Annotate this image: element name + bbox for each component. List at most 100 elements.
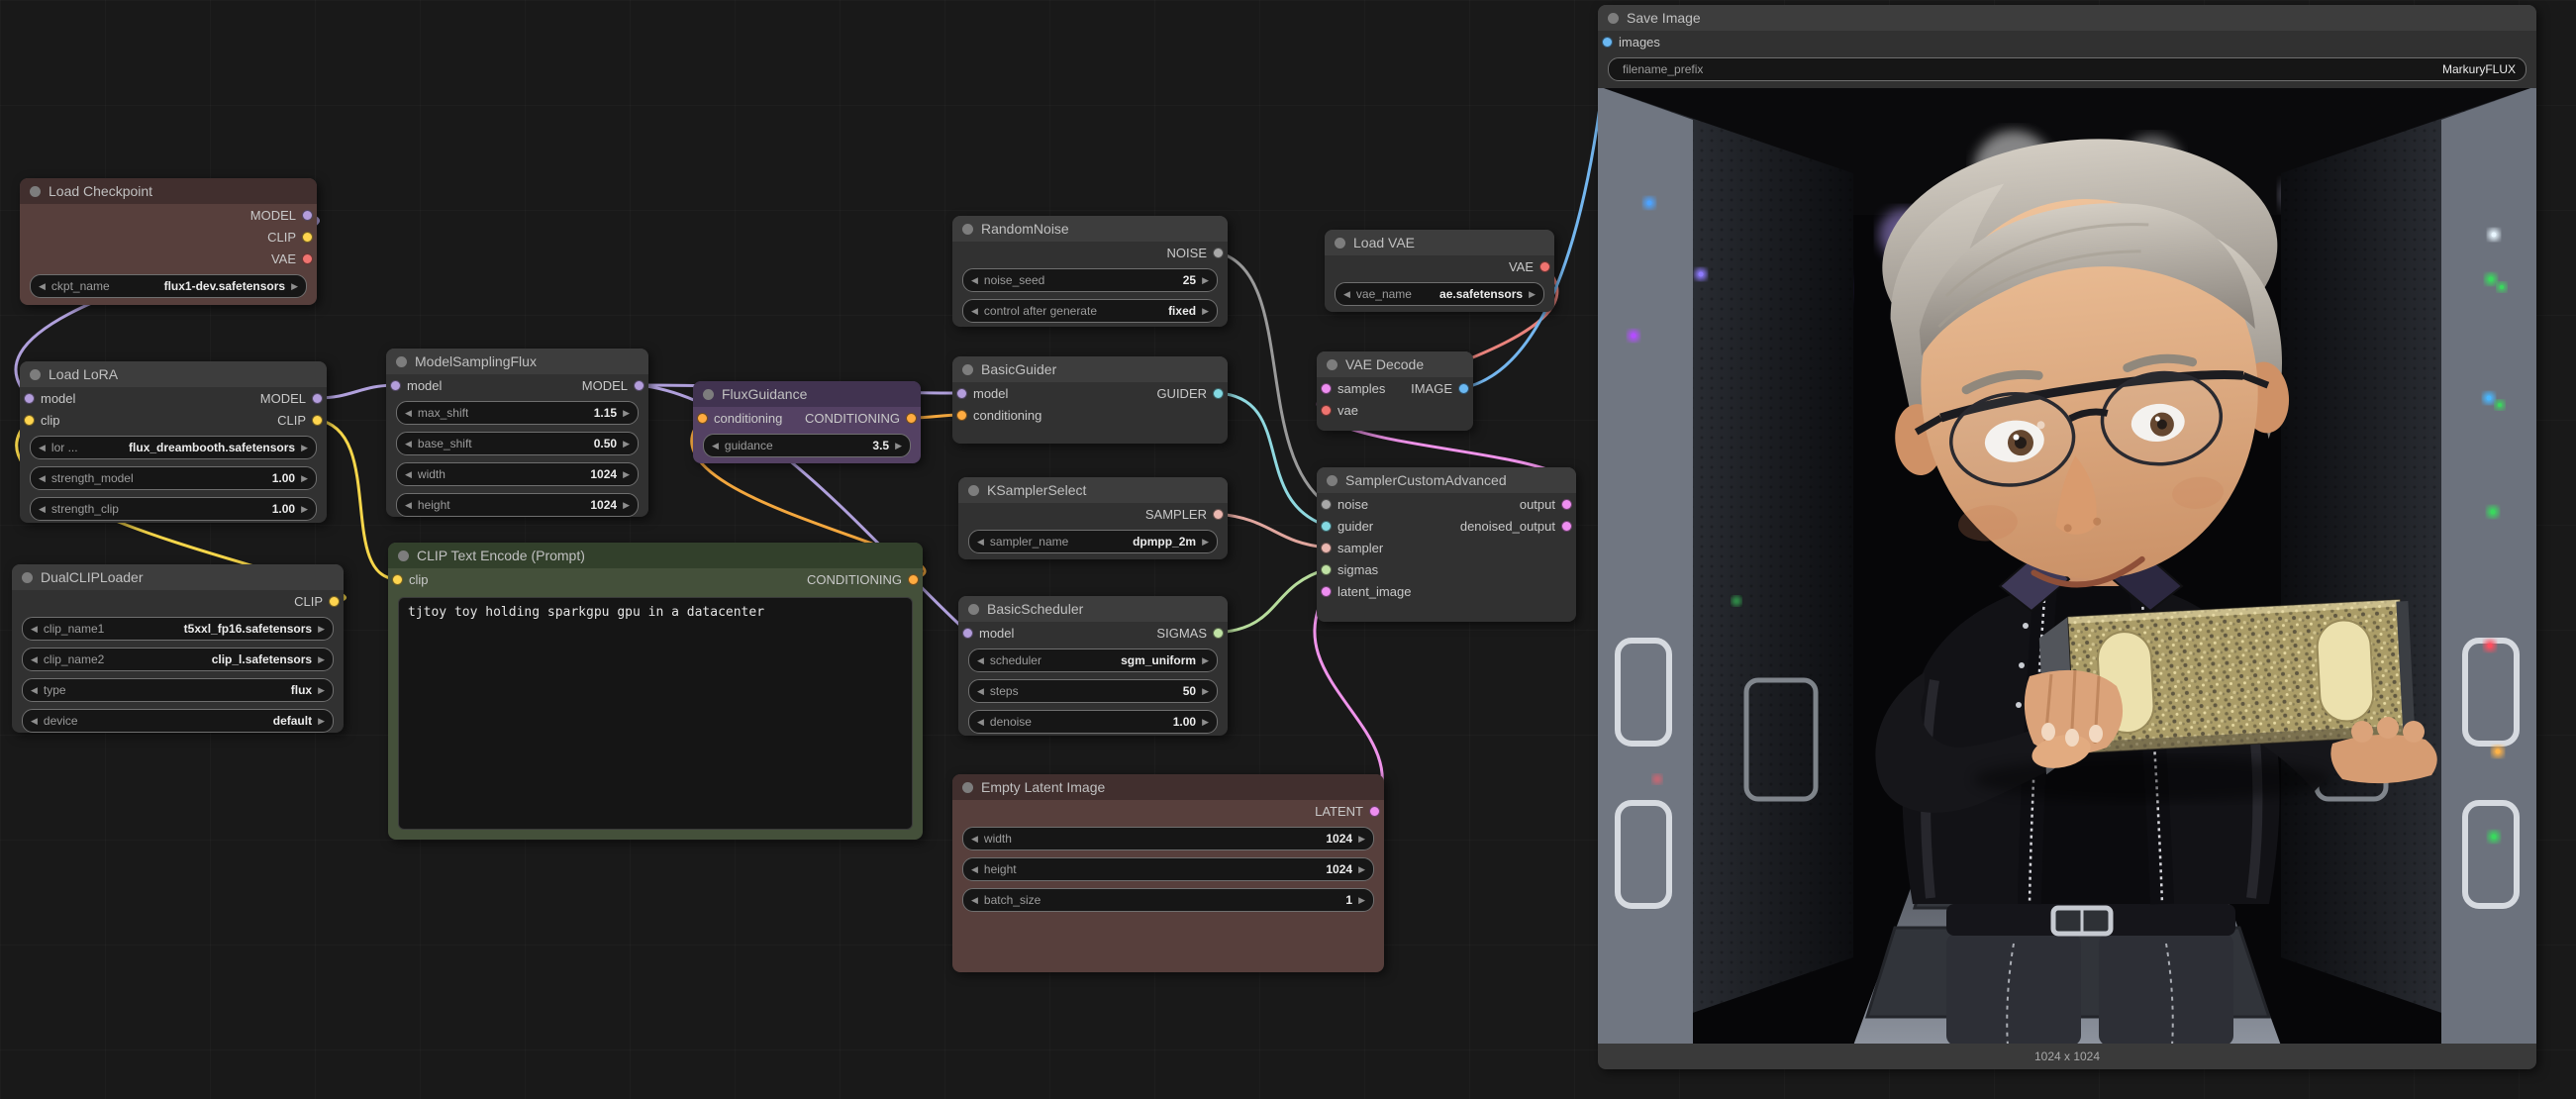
collapse-dot[interactable]: [30, 369, 41, 380]
steps-widget[interactable]: ◀steps50▶: [968, 679, 1218, 703]
decrement-arrow-icon[interactable]: ◀: [971, 276, 978, 285]
guidance-widget[interactable]: ◀guidance3.5▶: [703, 434, 911, 457]
decrement-arrow-icon[interactable]: ◀: [405, 409, 412, 418]
clip-input-pin[interactable]: [24, 415, 35, 426]
NOISE-output-pin[interactable]: [1213, 248, 1224, 258]
CLIP-output-pin[interactable]: [329, 596, 340, 607]
VAE-output-pin[interactable]: [1539, 261, 1550, 272]
increment-arrow-icon[interactable]: ▶: [1202, 538, 1209, 547]
increment-arrow-icon[interactable]: ▶: [895, 442, 902, 450]
output-output-pin[interactable]: [1561, 499, 1572, 510]
denoise-widget[interactable]: ◀denoise1.00▶: [968, 710, 1218, 734]
node-titlebar[interactable]: Empty Latent Image: [952, 774, 1384, 800]
sigmas-input-pin[interactable]: [1321, 564, 1332, 575]
decrement-arrow-icon[interactable]: ◀: [39, 282, 46, 291]
CLIP-output-pin[interactable]: [312, 415, 323, 426]
collapse-dot[interactable]: [968, 485, 979, 496]
increment-arrow-icon[interactable]: ▶: [301, 444, 308, 452]
node-titlebar[interactable]: CLIP Text Encode (Prompt): [388, 543, 923, 568]
noise-input-pin[interactable]: [1321, 499, 1332, 510]
decrement-arrow-icon[interactable]: ◀: [39, 474, 46, 483]
increment-arrow-icon[interactable]: ▶: [1358, 896, 1365, 905]
decrement-arrow-icon[interactable]: ◀: [971, 307, 978, 316]
max-shift-widget[interactable]: ◀max_shift1.15▶: [396, 401, 639, 425]
height-widget[interactable]: ◀height1024▶: [396, 493, 639, 517]
denoised_output-output-pin[interactable]: [1561, 521, 1572, 532]
node-titlebar[interactable]: Load VAE: [1325, 230, 1554, 255]
decrement-arrow-icon[interactable]: ◀: [405, 440, 412, 449]
node-titlebar[interactable]: Save Image: [1598, 5, 2536, 31]
increment-arrow-icon[interactable]: ▶: [301, 474, 308, 483]
increment-arrow-icon[interactable]: ▶: [318, 717, 325, 726]
strength-model-widget[interactable]: ◀strength_model1.00▶: [30, 466, 317, 490]
decrement-arrow-icon[interactable]: ◀: [405, 501, 412, 510]
decrement-arrow-icon[interactable]: ◀: [977, 656, 984, 665]
decrement-arrow-icon[interactable]: ◀: [31, 717, 38, 726]
node-titlebar[interactable]: SamplerCustomAdvanced: [1317, 467, 1576, 493]
node-vae-decode[interactable]: VAE DecodesamplesIMAGEvae: [1317, 351, 1473, 431]
collapse-dot[interactable]: [1335, 238, 1345, 249]
collapse-dot[interactable]: [22, 572, 33, 583]
filename-prefix-widget[interactable]: filename_prefixMarkuryFLUX: [1608, 57, 2526, 81]
node-random-noise[interactable]: RandomNoiseNOISE◀noise_seed25▶◀control a…: [952, 216, 1228, 327]
increment-arrow-icon[interactable]: ▶: [318, 625, 325, 634]
increment-arrow-icon[interactable]: ▶: [623, 409, 630, 418]
increment-arrow-icon[interactable]: ▶: [623, 440, 630, 449]
width-widget[interactable]: ◀width1024▶: [962, 827, 1374, 850]
clip-input-pin[interactable]: [392, 574, 403, 585]
node-titlebar[interactable]: VAE Decode: [1317, 351, 1473, 377]
model-input-pin[interactable]: [962, 628, 973, 639]
increment-arrow-icon[interactable]: ▶: [318, 655, 325, 664]
images-input-pin[interactable]: [1602, 37, 1613, 48]
height-widget[interactable]: ◀height1024▶: [962, 857, 1374, 881]
conditioning-input-pin[interactable]: [697, 413, 708, 424]
SAMPLER-output-pin[interactable]: [1213, 509, 1224, 520]
collapse-dot[interactable]: [968, 604, 979, 615]
decrement-arrow-icon[interactable]: ◀: [39, 444, 46, 452]
decrement-arrow-icon[interactable]: ◀: [39, 505, 46, 514]
model-input-pin[interactable]: [24, 393, 35, 404]
increment-arrow-icon[interactable]: ▶: [1202, 718, 1209, 727]
strength-clip-widget[interactable]: ◀strength_clip1.00▶: [30, 497, 317, 521]
base-shift-widget[interactable]: ◀base_shift0.50▶: [396, 432, 639, 455]
decrement-arrow-icon[interactable]: ◀: [31, 625, 38, 634]
node-titlebar[interactable]: BasicScheduler: [958, 596, 1228, 622]
device-widget[interactable]: ◀devicedefault▶: [22, 709, 334, 733]
decrement-arrow-icon[interactable]: ◀: [31, 655, 38, 664]
node-load-vae[interactable]: Load VAEVAE◀vae_nameae.safetensors▶: [1325, 230, 1554, 312]
GUIDER-output-pin[interactable]: [1213, 388, 1224, 399]
SIGMAS-output-pin[interactable]: [1213, 628, 1224, 639]
node-ksampler-select[interactable]: KSamplerSelectSAMPLER◀sampler_namedpmpp_…: [958, 477, 1228, 559]
model-input-pin[interactable]: [390, 380, 401, 391]
node-titlebar[interactable]: KSamplerSelect: [958, 477, 1228, 503]
collapse-dot[interactable]: [962, 364, 973, 375]
type-widget[interactable]: ◀typeflux▶: [22, 678, 334, 702]
collapse-dot[interactable]: [962, 782, 973, 793]
clip-name2-widget[interactable]: ◀clip_name2clip_l.safetensors▶: [22, 648, 334, 671]
node-basic-guider[interactable]: BasicGuidermodelGUIDERconditioning: [952, 356, 1228, 444]
node-titlebar[interactable]: FluxGuidance: [693, 381, 921, 407]
collapse-dot[interactable]: [396, 356, 407, 367]
collapse-dot[interactable]: [398, 550, 409, 561]
increment-arrow-icon[interactable]: ▶: [1202, 307, 1209, 316]
sampler-name-widget[interactable]: ◀sampler_namedpmpp_2m▶: [968, 530, 1218, 553]
batch-size-widget[interactable]: ◀batch_size1▶: [962, 888, 1374, 912]
CONDITIONING-output-pin[interactable]: [906, 413, 917, 424]
increment-arrow-icon[interactable]: ▶: [301, 505, 308, 514]
decrement-arrow-icon[interactable]: ◀: [1343, 290, 1350, 299]
increment-arrow-icon[interactable]: ▶: [1358, 865, 1365, 874]
scheduler-widget[interactable]: ◀schedulersgm_uniform▶: [968, 649, 1218, 672]
CLIP-output-pin[interactable]: [302, 232, 313, 243]
prompt-textarea[interactable]: tjtoy toy holding sparkgpu gpu in a data…: [398, 597, 913, 830]
node-empty-latent-image[interactable]: Empty Latent ImageLATENT◀width1024▶◀heig…: [952, 774, 1384, 972]
decrement-arrow-icon[interactable]: ◀: [971, 835, 978, 844]
noise-seed-widget[interactable]: ◀noise_seed25▶: [962, 268, 1218, 292]
collapse-dot[interactable]: [1608, 13, 1619, 24]
decrement-arrow-icon[interactable]: ◀: [712, 442, 719, 450]
ckpt-name-widget[interactable]: ◀ckpt_nameflux1-dev.safetensors▶: [30, 274, 307, 298]
increment-arrow-icon[interactable]: ▶: [318, 686, 325, 695]
increment-arrow-icon[interactable]: ▶: [1529, 290, 1536, 299]
vae-name-widget[interactable]: ◀vae_nameae.safetensors▶: [1335, 282, 1544, 306]
decrement-arrow-icon[interactable]: ◀: [977, 718, 984, 727]
decrement-arrow-icon[interactable]: ◀: [31, 686, 38, 695]
